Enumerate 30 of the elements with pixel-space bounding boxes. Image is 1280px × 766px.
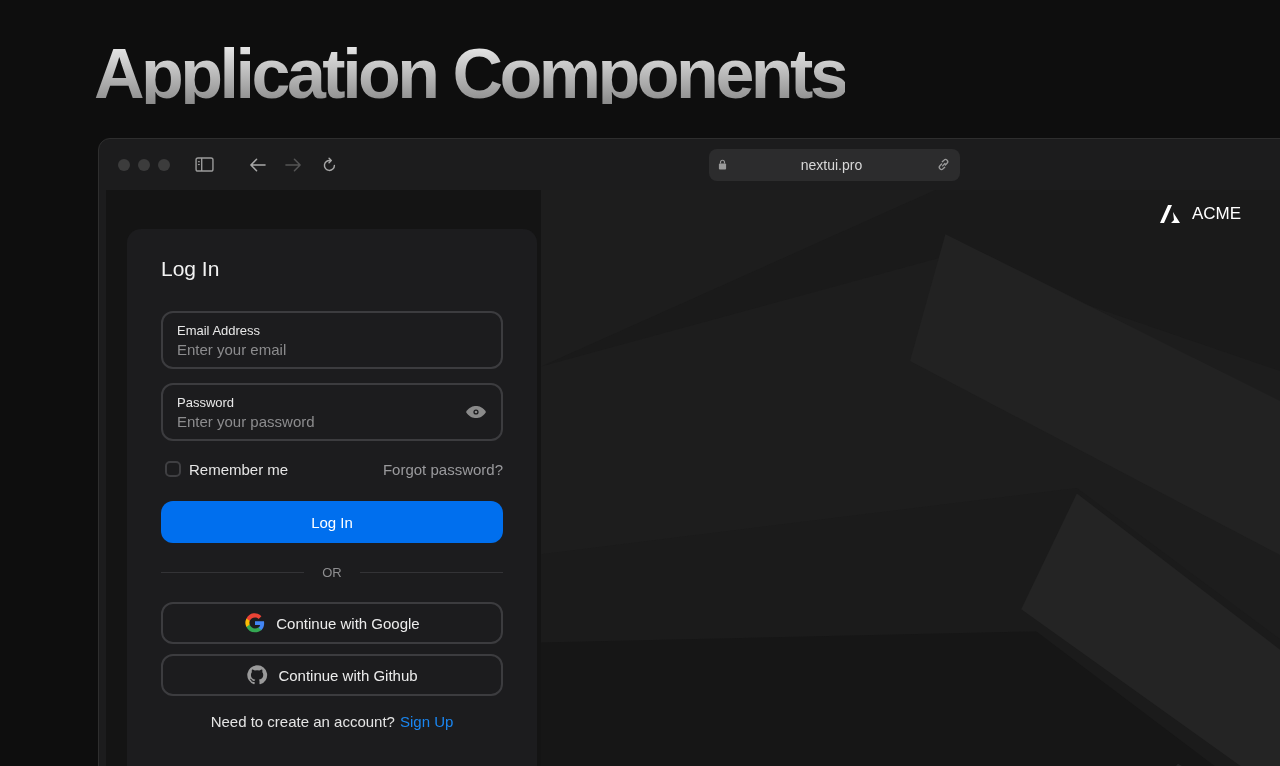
window-control-dot[interactable]	[118, 158, 130, 171]
login-title: Log In	[161, 257, 221, 282]
login-button[interactable]: Log In	[161, 501, 503, 543]
field-label: Email Address	[177, 322, 262, 338]
input-field[interactable]: Email Address Enter your email	[161, 311, 503, 369]
reload-icon[interactable]	[321, 156, 338, 173]
link-icon[interactable]	[936, 157, 951, 172]
triangle-logo-icon	[1158, 204, 1183, 224]
field-label: Password	[177, 394, 236, 410]
remember-label[interactable]: Remember me	[189, 460, 289, 478]
signup-prompt: Need to create an account?	[210, 713, 395, 730]
window-control-dot[interactable]	[158, 158, 170, 171]
divider-label: OR	[322, 565, 342, 580]
eye-icon[interactable]	[465, 405, 487, 419]
address-bar[interactable]: nextui.pro	[709, 148, 960, 181]
back-arrow-icon[interactable]	[249, 156, 266, 173]
google-icon	[244, 612, 267, 634]
lock-icon	[718, 159, 727, 170]
social-login-button[interactable]: Continue with Github	[161, 654, 503, 696]
sign-up-link[interactable]: Sign Up	[399, 713, 454, 730]
github-icon	[246, 664, 269, 686]
social-login-button[interactable]: Continue with Google	[161, 602, 503, 644]
sidebar-icon[interactable]	[195, 157, 214, 172]
text-input[interactable]: Enter your password	[177, 412, 465, 430]
input-field[interactable]: Password Enter your password	[161, 383, 503, 441]
forgot-password-link[interactable]: Forgot password?	[382, 460, 503, 478]
window-control-dot[interactable]	[138, 158, 150, 171]
text-input[interactable]: Enter your email	[177, 340, 487, 358]
checkbox[interactable]	[165, 461, 181, 477]
brand-name: ACME	[1191, 204, 1241, 224]
